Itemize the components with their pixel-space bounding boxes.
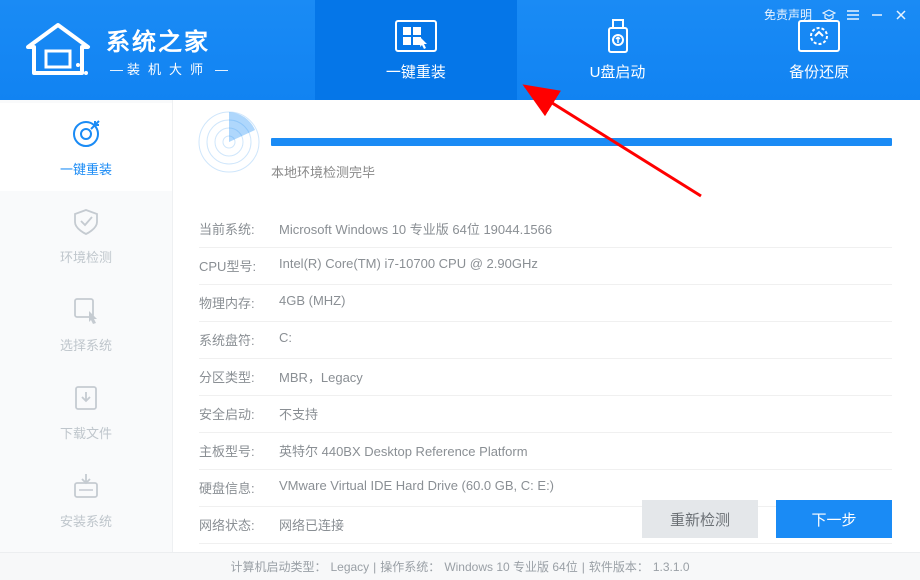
progress-label: 本地环境检测完毕: [271, 162, 892, 181]
sidebar-item-label: 一键重装: [60, 159, 112, 178]
download-icon: [69, 381, 103, 415]
info-value: Microsoft Windows 10 专业版 64位 19044.1566: [279, 219, 892, 238]
sidebar-item-label: 选择系统: [60, 335, 112, 354]
info-row: 主板型号:英特尔 440BX Desktop Reference Platfor…: [199, 433, 892, 470]
info-value: 英特尔 440BX Desktop Reference Platform: [279, 441, 892, 460]
content: 本地环境检测完毕 当前系统:Microsoft Windows 10 专业版 6…: [173, 100, 920, 552]
info-list: 当前系统:Microsoft Windows 10 专业版 64位 19044.…: [199, 211, 892, 544]
titlebar-controls: 免责声明: [764, 6, 908, 23]
info-key: CPU型号:: [199, 256, 279, 275]
header: 系统之家 装机大师 一键重装 U盘启动 备份还原 免责声明: [0, 0, 920, 100]
progress-bar: [271, 138, 892, 146]
radar-icon: [197, 110, 261, 174]
sidebar-item-reinstall[interactable]: 一键重装: [0, 103, 172, 191]
nav-usb-label: U盘启动: [590, 61, 646, 82]
info-row: 当前系统:Microsoft Windows 10 专业版 64位 19044.…: [199, 211, 892, 248]
boot-type-value: Legacy: [330, 560, 369, 574]
info-value: 4GB (MHZ): [279, 293, 892, 312]
ver-value: 1.3.1.0: [653, 560, 690, 574]
sidebar-item-label: 安装系统: [60, 511, 112, 530]
windows-cursor-icon: [394, 19, 438, 55]
info-row: 系统盘符:C:: [199, 322, 892, 359]
info-key: 物理内存:: [199, 293, 279, 312]
info-value: MBR，Legacy: [279, 367, 892, 386]
nav-usb[interactable]: U盘启动: [517, 0, 719, 100]
usb-icon: [596, 19, 640, 55]
body: 一键重装 环境检测 选择系统 下载文件 安装系统 本地环境检测完毕 当前系统:M…: [0, 100, 920, 552]
info-value: Intel(R) Core(TM) i7-10700 CPU @ 2.90GHz: [279, 256, 892, 275]
boot-type-label: 计算机启动类型：: [230, 558, 326, 575]
shield-check-icon: [69, 205, 103, 239]
backup-icon: [797, 19, 841, 55]
nav-reinstall[interactable]: 一键重装: [315, 0, 517, 100]
os-label: 操作系统：: [380, 558, 440, 575]
logo-icon: [18, 20, 98, 80]
sidebar-item-envcheck[interactable]: 环境检测: [0, 191, 172, 279]
target-icon: [69, 117, 103, 151]
info-row: 分区类型:MBR，Legacy: [199, 359, 892, 396]
ver-label: 软件版本：: [589, 558, 649, 575]
info-key: 主板型号:: [199, 441, 279, 460]
select-icon: [69, 293, 103, 327]
recheck-button[interactable]: 重新检测: [642, 500, 758, 538]
brand-subtitle: 装机大师: [106, 59, 232, 78]
sidebar-item-select-sys[interactable]: 选择系统: [0, 279, 172, 367]
statusbar: 计算机启动类型： Legacy | 操作系统： Windows 10 专业版 6…: [0, 552, 920, 580]
info-value: VMware Virtual IDE Hard Drive (60.0 GB, …: [279, 478, 892, 497]
sidebar: 一键重装 环境检测 选择系统 下载文件 安装系统: [0, 100, 173, 552]
menu-icon[interactable]: [846, 9, 860, 21]
info-key: 分区类型:: [199, 367, 279, 386]
nav-reinstall-label: 一键重装: [386, 61, 446, 82]
info-key: 安全启动:: [199, 404, 279, 423]
minimize-button[interactable]: [870, 9, 884, 21]
info-value: C:: [279, 330, 892, 349]
info-row: CPU型号:Intel(R) Core(TM) i7-10700 CPU @ 2…: [199, 248, 892, 285]
logo-area: 系统之家 装机大师: [0, 0, 315, 100]
install-icon: [69, 469, 103, 503]
info-key: 系统盘符:: [199, 330, 279, 349]
close-button[interactable]: [894, 9, 908, 21]
disclaimer-link[interactable]: 免责声明: [764, 6, 812, 23]
nav-backup-label: 备份还原: [789, 61, 849, 82]
next-button[interactable]: 下一步: [776, 500, 892, 538]
graduation-icon[interactable]: [822, 9, 836, 21]
info-value: 不支持: [279, 404, 892, 423]
info-key: 当前系统:: [199, 219, 279, 238]
sidebar-item-label: 环境检测: [60, 247, 112, 266]
sidebar-item-install[interactable]: 安装系统: [0, 455, 172, 543]
brand-title: 系统之家: [106, 22, 232, 57]
info-key: 网络状态:: [199, 515, 279, 534]
info-key: 硬盘信息:: [199, 478, 279, 497]
info-row: 安全启动:不支持: [199, 396, 892, 433]
sidebar-item-label: 下载文件: [60, 423, 112, 442]
sidebar-item-download[interactable]: 下载文件: [0, 367, 172, 455]
os-value: Windows 10 专业版 64位: [444, 558, 577, 575]
info-row: 物理内存:4GB (MHZ): [199, 285, 892, 322]
